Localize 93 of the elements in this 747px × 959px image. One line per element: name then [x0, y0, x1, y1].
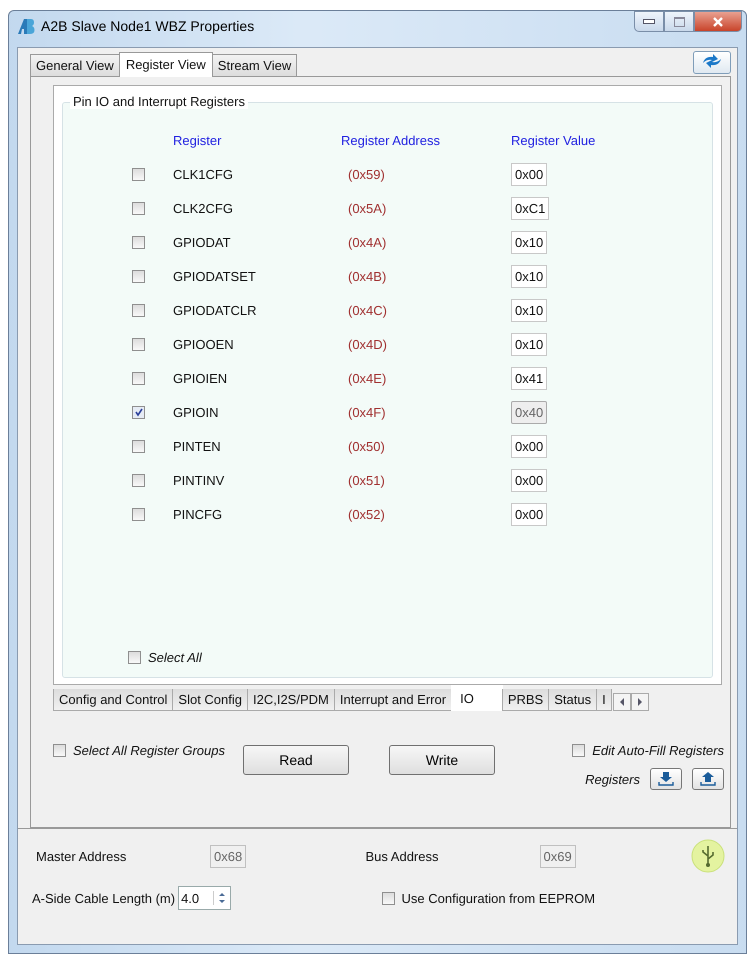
register-address: (0x59)	[347, 166, 386, 182]
address-field: 0x69	[540, 844, 576, 868]
right-arrow-icon	[636, 698, 643, 706]
register-address: (0x4D)	[347, 336, 388, 352]
tab[interactable]: Slot Config	[172, 689, 248, 711]
tab[interactable]: Status	[548, 689, 598, 711]
register-name: GPIODATCLR	[173, 302, 258, 318]
tab[interactable]: General View	[30, 54, 120, 76]
register-name: GPIODATSET	[173, 268, 257, 284]
checkbox[interactable]	[132, 372, 145, 384]
group-title: Pin IO and Interrupt Registers	[70, 94, 248, 109]
register-name: PINTINV	[173, 472, 226, 488]
download-icon	[658, 772, 674, 786]
field-label: A-Side Cable Length (m)	[32, 890, 176, 906]
register-address: (0x52)	[347, 506, 386, 522]
checkbox[interactable]	[382, 892, 394, 904]
value-field[interactable]: 0x00	[511, 434, 548, 458]
app-logo-icon	[17, 17, 35, 35]
register-name: GPIOOEN	[173, 336, 235, 352]
register-address: (0x51)	[347, 472, 386, 488]
checkbox[interactable]	[132, 270, 145, 282]
checkbox[interactable]	[572, 744, 586, 757]
register-name: GPIOIEN	[173, 370, 228, 386]
read-button[interactable]: Read	[242, 745, 349, 775]
close-button[interactable]	[694, 11, 742, 32]
upload-icon	[700, 772, 716, 786]
register-address: (0x5A)	[347, 200, 388, 216]
scroll-right-button[interactable]	[630, 693, 649, 711]
register-address: (0x4C)	[347, 302, 388, 318]
tab[interactable]: PRBS	[502, 689, 550, 711]
cable-length-spinner[interactable]: 4.0	[178, 886, 232, 910]
scroll-left-button[interactable]	[612, 693, 631, 711]
register-address: (0x4F)	[347, 404, 387, 420]
register-name: CLK1CFG	[173, 166, 234, 182]
register-address: (0x4E)	[347, 370, 388, 386]
address-field: 0x68	[210, 844, 246, 868]
register-name: CLK2CFG	[173, 200, 234, 216]
maximize-button[interactable]	[664, 11, 694, 32]
checkbox[interactable]	[132, 304, 145, 316]
tab[interactable]: Config and Control	[53, 689, 174, 711]
close-icon	[712, 16, 724, 28]
refresh-button[interactable]	[693, 51, 731, 74]
value-field[interactable]: 0x00	[511, 468, 548, 492]
column-header: Register Value	[511, 132, 596, 148]
checkbox[interactable]	[132, 168, 145, 180]
checkbox-label: Select All Register Groups	[73, 743, 225, 758]
register-name: GPIODAT	[173, 234, 232, 250]
upload-button[interactable]	[692, 768, 724, 790]
value-field[interactable]: 0x10	[511, 264, 548, 288]
value-field[interactable]: 0x41	[511, 366, 548, 390]
usb-status-icon	[691, 839, 725, 873]
checkbox[interactable]	[132, 508, 145, 520]
checkbox[interactable]	[132, 236, 145, 248]
tab[interactable]: Interrupt and Error	[334, 689, 452, 711]
column-header: Register	[173, 132, 222, 148]
value-field[interactable]: 0x10	[511, 332, 548, 356]
minimize-button[interactable]	[634, 11, 664, 32]
checkbox[interactable]	[132, 440, 145, 452]
download-button[interactable]	[650, 768, 682, 790]
checkbox[interactable]	[53, 744, 66, 757]
column-header: Register Address	[341, 132, 441, 148]
registers-label: Registers	[585, 772, 640, 786]
write-button[interactable]: Write	[388, 745, 495, 775]
refresh-icon	[700, 54, 724, 68]
register-address: (0x4A)	[347, 234, 388, 250]
value-field[interactable]: 0x00	[511, 502, 548, 526]
tab[interactable]: Register View	[118, 52, 213, 77]
register-name: GPIOIN	[173, 404, 220, 420]
checkbox-label: Use Configuration from EEPROM	[402, 890, 596, 906]
checkbox-label: Select All	[148, 650, 202, 665]
value-field[interactable]: 0x10	[511, 230, 548, 254]
checkbox[interactable]	[132, 406, 145, 418]
field-label: Master Address	[35, 848, 128, 864]
checkbox-label: Edit Auto-Fill Registers	[592, 743, 724, 758]
value-field[interactable]: 0xC1	[511, 196, 550, 220]
value-field[interactable]: 0x40	[511, 400, 548, 424]
register-address: (0x4B)	[347, 268, 388, 284]
tab[interactable]: IO	[451, 685, 503, 711]
register-name: PINTEN	[173, 438, 222, 454]
left-arrow-icon	[618, 698, 625, 706]
checkbox[interactable]	[132, 474, 145, 486]
tab[interactable]: Stream View	[212, 54, 298, 76]
checkbox[interactable]	[132, 202, 145, 214]
register-name: PINCFG	[173, 506, 224, 522]
value-field[interactable]: 0x00	[511, 162, 548, 186]
field-label: Bus Address	[364, 848, 440, 864]
checkbox[interactable]	[132, 338, 145, 350]
tab[interactable]: I2C,I2S/PDM	[247, 689, 335, 711]
window-title: A2B Slave Node1 WBZ Properties	[41, 18, 254, 34]
tab[interactable]: I	[596, 689, 612, 711]
value-field[interactable]: 0x10	[511, 298, 548, 322]
register-address: (0x50)	[347, 438, 386, 454]
checkbox[interactable]	[128, 651, 141, 664]
